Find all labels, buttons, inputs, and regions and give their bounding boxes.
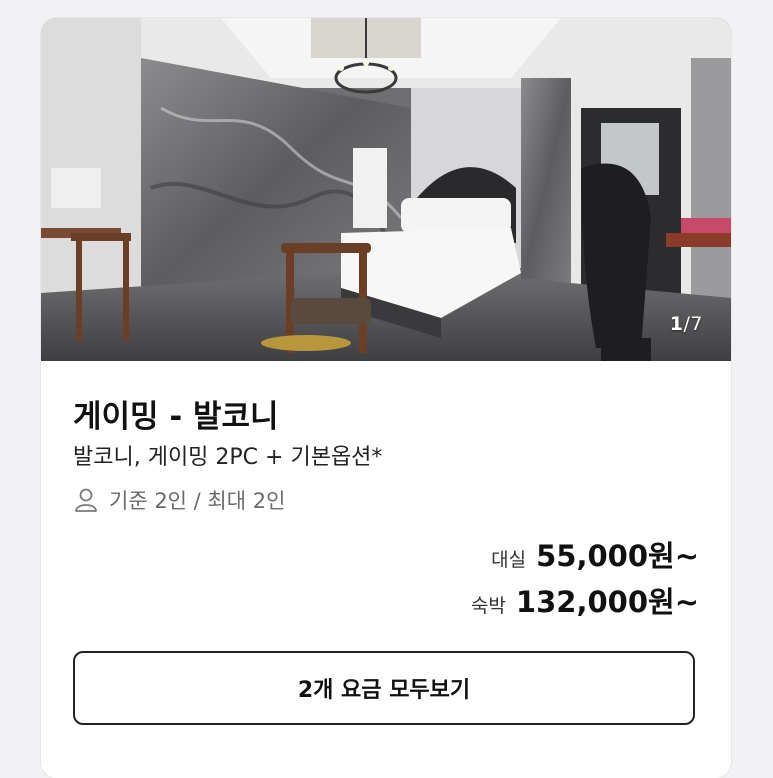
overnight-label: 숙박 bbox=[470, 595, 506, 617]
day-use-price-row: 대실 55,000원~ bbox=[491, 533, 699, 575]
person-icon bbox=[75, 488, 97, 512]
overnight-price-row: 숙박 132,000원~ bbox=[471, 579, 699, 621]
room-photo-image bbox=[41, 18, 731, 361]
overnight-price: 132,000원~ bbox=[515, 585, 699, 619]
day-use-price: 55,000원~ bbox=[536, 539, 699, 573]
room-card: 1/7 게이밍 - 발코니 발코니, 게이밍 2PC + 기본옵션* 기준 2인… bbox=[41, 18, 731, 778]
image-counter-current: 1 bbox=[669, 313, 684, 335]
room-subtitle: 발코니, 게이밍 2PC + 기본옵션* bbox=[73, 445, 383, 470]
room-title: 게이밍 - 발코니 bbox=[73, 399, 279, 435]
capacity-text: 기준 2인 / 최대 2인 bbox=[109, 489, 286, 513]
room-capacity: 기준 2인 / 최대 2인 bbox=[73, 485, 285, 515]
room-photo[interactable]: 1/7 bbox=[41, 18, 731, 361]
day-use-label: 대실 bbox=[491, 549, 527, 571]
image-counter-total: /7 bbox=[683, 313, 703, 335]
image-counter: 1/7 bbox=[670, 313, 703, 335]
view-all-rates-button[interactable]: 2개 요금 모두보기 bbox=[73, 651, 695, 725]
